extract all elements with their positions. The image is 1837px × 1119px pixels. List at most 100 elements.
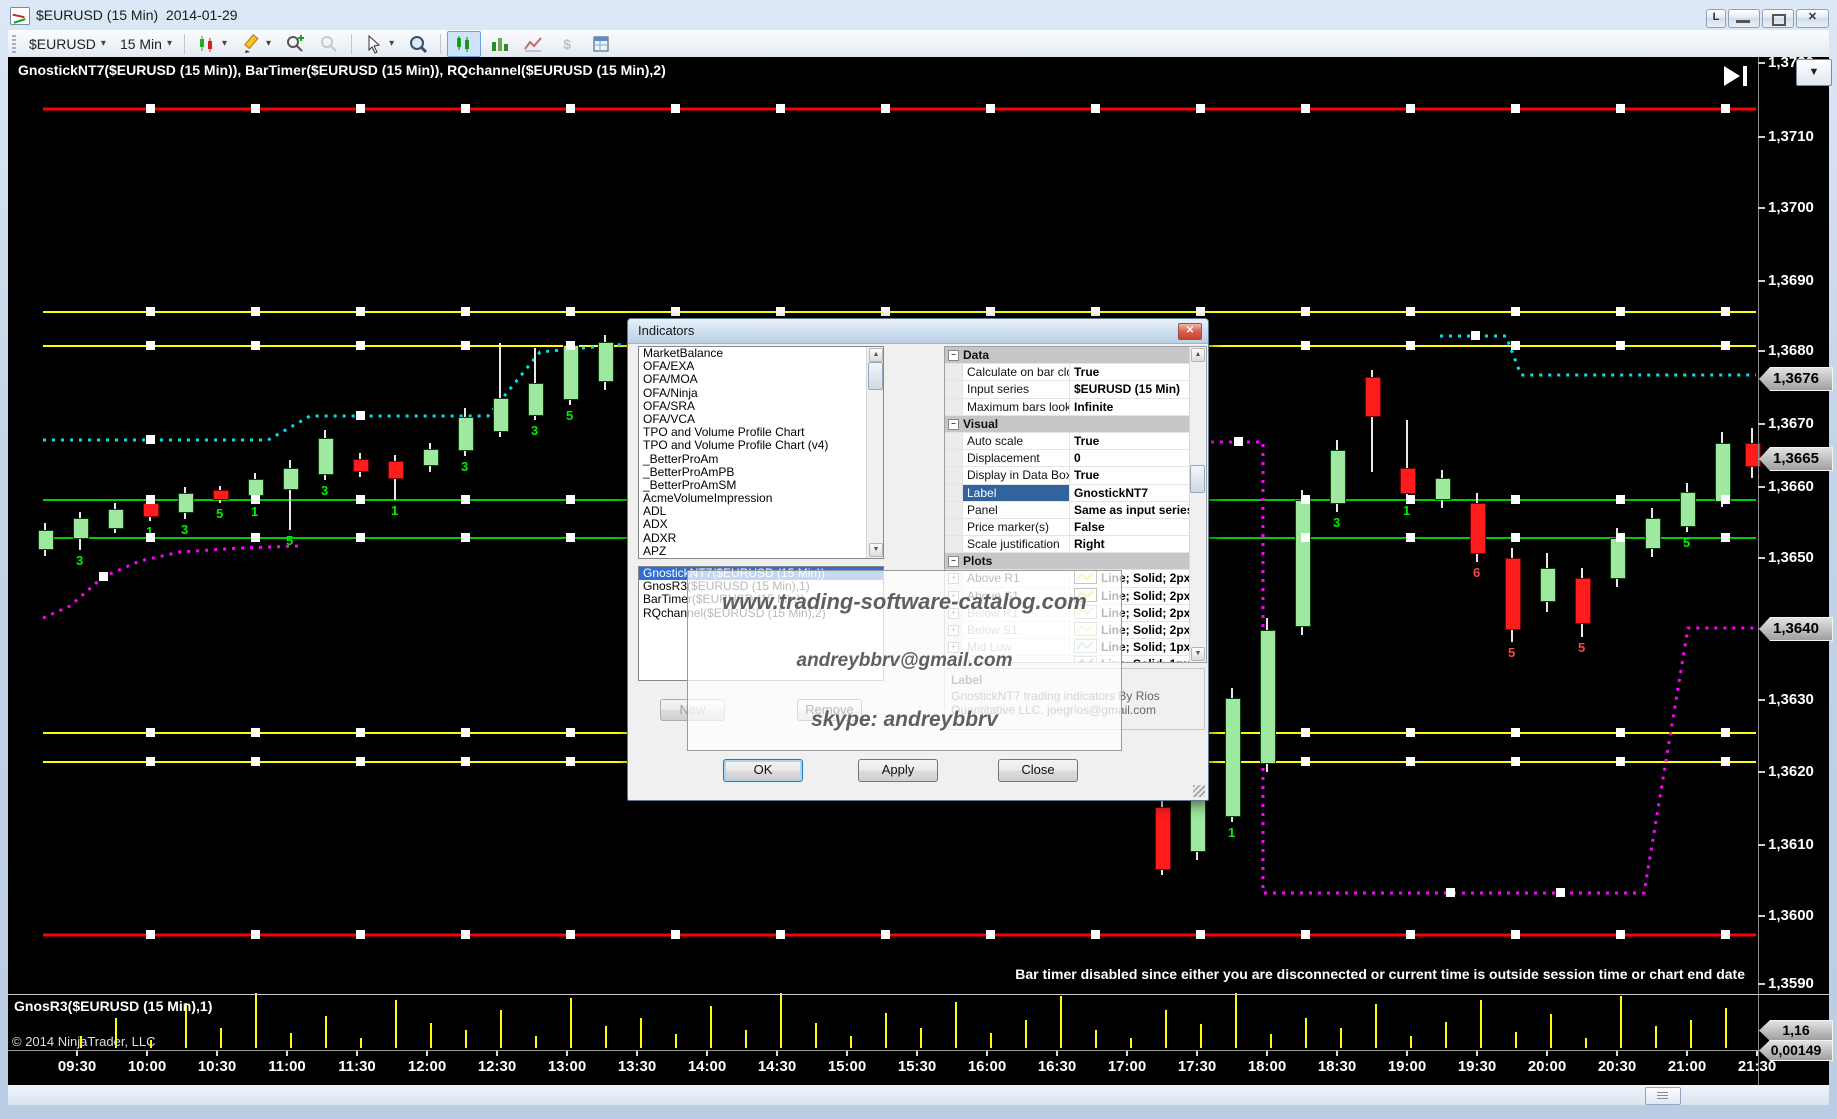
scroll-thumb[interactable] [1190, 465, 1205, 493]
dialog-resize-grip[interactable] [1193, 785, 1205, 797]
property-category[interactable]: −Data [945, 347, 1206, 364]
scroll-down-icon[interactable]: ▼ [869, 543, 883, 557]
candle-up [1260, 630, 1276, 764]
indicator-list-item[interactable]: AcmeVolumeImpression [639, 492, 883, 505]
property-value[interactable]: False [1069, 519, 1190, 535]
horizontal-scrollbar[interactable] [8, 1085, 1829, 1105]
chart-style-candle-button[interactable] [447, 31, 481, 57]
line-marker-square [356, 728, 365, 737]
apply-button[interactable]: Apply [858, 759, 938, 782]
property-row[interactable]: LabelGnostickNT7 [945, 485, 1206, 502]
indicator-list-item[interactable]: APZ [639, 545, 883, 558]
collapse-icon[interactable]: − [948, 556, 959, 567]
property-value[interactable]: Infinite [1069, 399, 1190, 415]
property-value[interactable]: Right [1069, 536, 1190, 552]
property-value[interactable]: True [1069, 433, 1190, 449]
drawing-tools-dropdown[interactable]: ▾ [235, 32, 277, 56]
chevron-down-icon: ▾ [266, 38, 271, 49]
chart-style-line-button[interactable] [517, 32, 549, 56]
scroll-up-icon[interactable]: ▲ [869, 348, 883, 362]
line-marker-square [1406, 930, 1415, 939]
indicator-list-item[interactable]: _BetterProAmPB [639, 466, 883, 479]
property-value[interactable]: True [1069, 467, 1190, 483]
collapse-icon[interactable]: − [948, 350, 959, 361]
property-row[interactable]: Auto scaleTrue [945, 433, 1206, 450]
data-box-button[interactable] [402, 32, 434, 56]
collapse-icon[interactable]: − [948, 419, 959, 430]
candle-count-label: 3 [1333, 515, 1340, 530]
property-row[interactable]: Display in Data BoxTrue [945, 467, 1206, 484]
skip-to-end-icon[interactable] [1724, 66, 1750, 86]
close-dialog-button[interactable]: Close [998, 759, 1078, 782]
price-tick-label: 1,3590 [1768, 975, 1814, 992]
indicator-list-item[interactable]: OFA/MOA [639, 373, 883, 386]
property-category[interactable]: −Plots [945, 553, 1206, 570]
dollar-button[interactable]: $ [551, 32, 583, 56]
property-row[interactable]: Displacement0 [945, 450, 1206, 467]
indicator-list-item[interactable]: TPO and Volume Profile Chart (v4) [639, 439, 883, 452]
property-row[interactable]: PanelSame as input series [945, 502, 1206, 519]
panel2-indicator-label: GnosR3($EURUSD (15 Min),1) [14, 998, 212, 1014]
volume-spike [570, 998, 572, 1048]
candle-count-label: 3 [181, 522, 188, 537]
axis-dropdown-button[interactable]: ▼ [1796, 59, 1832, 86]
property-row[interactable]: Scale justificationRight [945, 536, 1206, 553]
time-tick [846, 1051, 848, 1056]
close-button[interactable]: ✕ [1796, 9, 1829, 28]
property-value[interactable]: $EURUSD (15 Min) [1069, 381, 1190, 397]
indicator-list-item[interactable]: OFA/Ninja [639, 387, 883, 400]
property-value[interactable]: 0 [1069, 450, 1190, 466]
time-label: 18:00 [1248, 1058, 1286, 1075]
candle-down [388, 461, 404, 479]
property-value[interactable]: True [1069, 364, 1190, 380]
indicator-list-item[interactable]: ADL [639, 505, 883, 518]
property-label: Display in Data Box [963, 467, 1069, 483]
volume-spike [1060, 996, 1062, 1048]
indicator-list-item[interactable]: ADXR [639, 532, 883, 545]
scrollbar-grip-button[interactable] [1645, 1087, 1681, 1105]
property-row[interactable]: Calculate on bar closTrue [945, 364, 1206, 381]
chevron-down-icon: ▾ [389, 38, 394, 49]
property-row[interactable]: Maximum bars lookInfinite [945, 399, 1206, 416]
volume-spike [255, 993, 257, 1048]
dialog-close-button[interactable]: ✕ [1178, 323, 1202, 340]
available-indicators-list[interactable]: ▲ ▼ MarketBalanceOFA/EXAOFA/MOAOFA/Ninja… [638, 346, 884, 559]
scroll-thumb[interactable] [868, 362, 883, 390]
row-gutter [945, 381, 963, 397]
volume-spike [605, 1026, 607, 1048]
watermark-line: www.trading-software-catalog.com [722, 589, 1087, 615]
property-label: Label [963, 485, 1069, 501]
indicator-list-item[interactable]: ADX [639, 518, 883, 531]
instrument-dropdown[interactable]: $EURUSD ▾ [23, 34, 112, 54]
restore-button[interactable] [1762, 9, 1794, 28]
indicator-list-item[interactable]: _BetterProAm [639, 453, 883, 466]
bar-style-dropdown[interactable]: ▾ [191, 32, 233, 56]
property-row[interactable]: Input series$EURUSD (15 Min) [945, 381, 1206, 398]
property-value[interactable]: GnostickNT7 [1069, 485, 1190, 501]
scroll-up-icon[interactable]: ▲ [1191, 348, 1205, 362]
propgrid-scrollbar[interactable]: ▲ ▼ [1189, 347, 1206, 662]
property-value[interactable]: Same as input series [1069, 502, 1190, 518]
dialog-titlebar[interactable]: Indicators ✕ [628, 319, 1208, 344]
ok-button[interactable]: OK [723, 759, 803, 782]
minimize-button[interactable] [1728, 9, 1760, 28]
zoom-in-button[interactable] [279, 32, 311, 56]
data-grid-button[interactable] [585, 32, 617, 56]
instrument-label: $EURUSD [29, 36, 96, 52]
line-marker-square [1301, 307, 1310, 316]
lock-button[interactable]: L [1706, 9, 1726, 28]
cursor-dropdown[interactable]: ▾ [358, 32, 400, 56]
interval-dropdown[interactable]: 15 Min ▾ [114, 34, 178, 54]
line-marker-square [146, 341, 155, 350]
volume-spike [220, 1028, 222, 1048]
line-marker-square [1301, 533, 1310, 542]
line-marker-square [1406, 495, 1415, 504]
indicator-list-item[interactable]: OFA/SRA [639, 400, 883, 413]
scroll-down-icon[interactable]: ▼ [1191, 647, 1205, 661]
toolbar-grip[interactable] [12, 35, 16, 53]
zoom-out-button[interactable] [313, 32, 345, 56]
chart-style-bar-button[interactable] [483, 32, 515, 56]
list-scrollbar[interactable]: ▲ ▼ [866, 347, 883, 558]
property-category[interactable]: −Visual [945, 416, 1206, 433]
property-row[interactable]: Price marker(s)False [945, 519, 1206, 536]
